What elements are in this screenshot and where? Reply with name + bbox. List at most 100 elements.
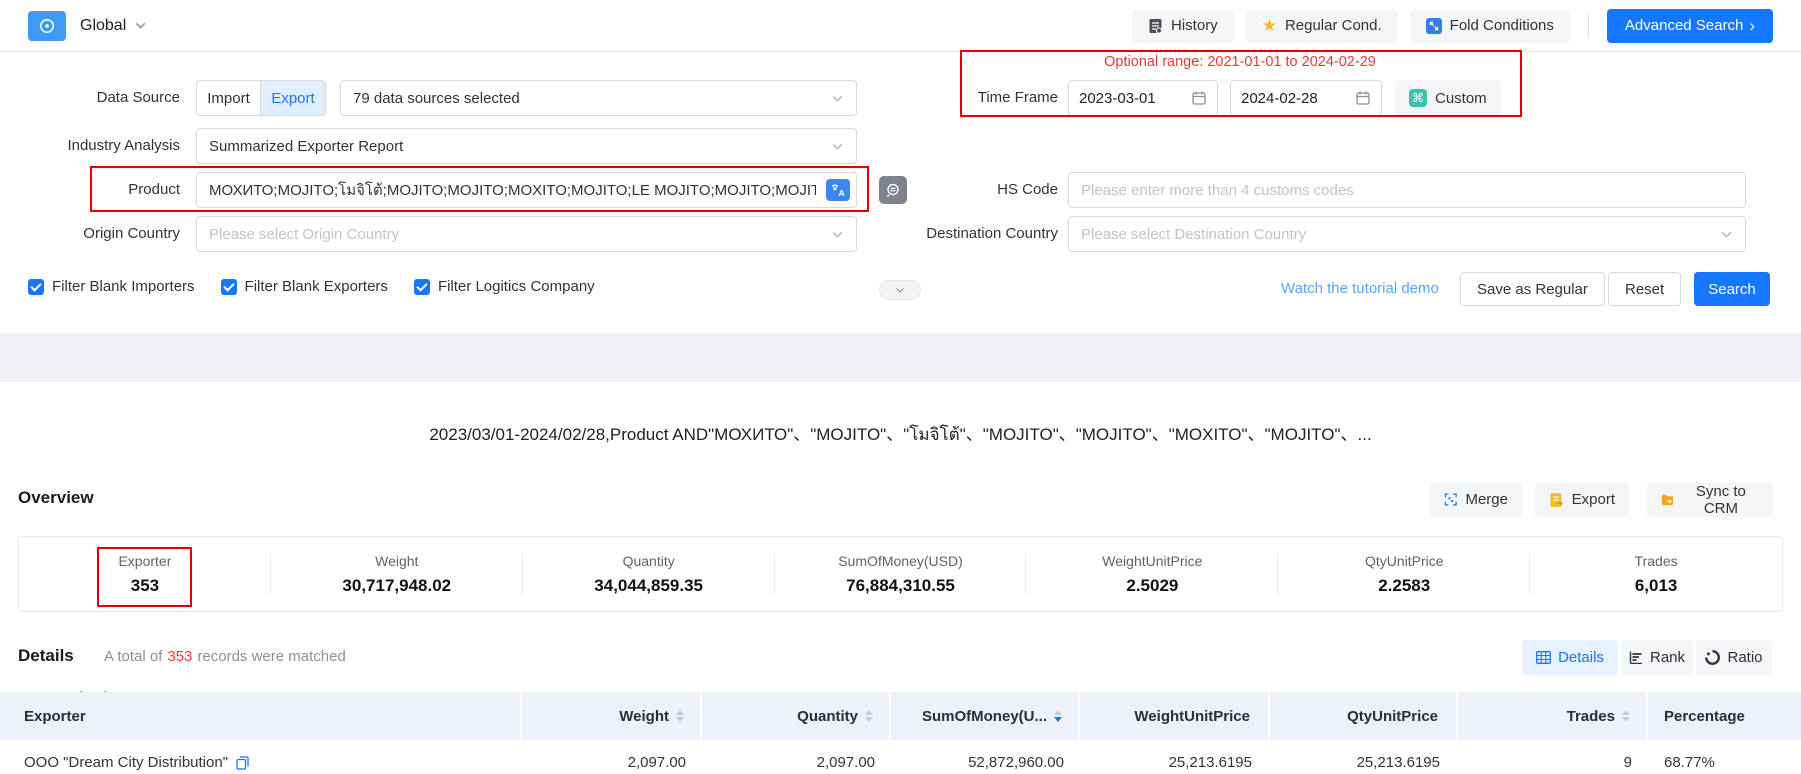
save-as-regular-button[interactable]: Save as Regular bbox=[1460, 272, 1605, 306]
calendar-icon bbox=[1191, 90, 1207, 106]
filter-logistics-company-checkbox[interactable]: Filter Logitics Company bbox=[414, 278, 595, 295]
view-ratio-label: Ratio bbox=[1727, 649, 1762, 666]
stat-label: Exporter bbox=[118, 553, 171, 569]
cell-weight: 2,097.00 bbox=[522, 740, 702, 774]
sort-icon[interactable] bbox=[865, 706, 873, 726]
sort-icon[interactable] bbox=[676, 706, 684, 726]
regular-cond-button[interactable]: ★ Regular Cond. bbox=[1246, 9, 1398, 43]
chevron-down-icon bbox=[831, 140, 844, 153]
cell-exporter[interactable]: OOO "Dream City Distribution" bbox=[0, 740, 522, 774]
filter-blank-importers-checkbox[interactable]: Filter Blank Importers bbox=[28, 278, 195, 295]
cell-sum-of-money: 52,872,960.00 bbox=[891, 740, 1080, 774]
column-label: Quantity bbox=[797, 708, 858, 725]
view-rank-label: Rank bbox=[1650, 649, 1685, 666]
column-header-weight[interactable]: Weight bbox=[522, 692, 702, 740]
stat-value: 2.2583 bbox=[1378, 576, 1430, 596]
top-bar: Global History ★ Regular Cond. Fold Cond… bbox=[0, 0, 1801, 52]
industry-analysis-select[interactable]: Summarized Exporter Report bbox=[196, 128, 857, 164]
sync-to-crm-label: Sync to CRM bbox=[1683, 483, 1759, 517]
sort-desc-active-icon[interactable] bbox=[1054, 706, 1062, 726]
table-row[interactable]: OOO "Dream City Distribution" 2,097.00 2… bbox=[0, 740, 1801, 774]
data-source-select[interactable]: 79 data sources selected bbox=[340, 80, 857, 116]
advanced-search-button[interactable]: Advanced Search bbox=[1607, 9, 1773, 43]
stat-sum-of-money: SumOfMoney(USD) 76,884,310.55 bbox=[775, 537, 1027, 611]
overview-title: Overview bbox=[18, 488, 94, 508]
search-button[interactable]: Search bbox=[1694, 272, 1770, 306]
merge-button[interactable]: Merge bbox=[1430, 482, 1522, 517]
export-button[interactable]: Export bbox=[1535, 482, 1629, 517]
view-rank-button[interactable]: Rank bbox=[1621, 640, 1693, 675]
chevron-down-icon bbox=[1720, 228, 1733, 241]
matched-suffix: records were matched bbox=[197, 648, 345, 665]
column-header-sum-of-money[interactable]: SumOfMoney(U... bbox=[891, 692, 1080, 740]
pie-chart-icon bbox=[1705, 650, 1720, 665]
history-button[interactable]: History bbox=[1132, 9, 1234, 43]
custom-range-button[interactable]: Custom bbox=[1395, 80, 1501, 116]
sync-icon bbox=[1661, 493, 1675, 507]
data-source-toggle: Import Export bbox=[196, 80, 326, 116]
stat-label: Weight bbox=[375, 553, 418, 569]
copy-icon[interactable] bbox=[236, 756, 249, 770]
export-tab[interactable]: Export bbox=[261, 81, 325, 115]
column-header-quantity[interactable]: Quantity bbox=[702, 692, 891, 740]
tutorial-link[interactable]: Watch the tutorial demo bbox=[1281, 272, 1439, 306]
export-label: Export bbox=[1572, 491, 1615, 508]
sort-icon[interactable] bbox=[1622, 706, 1630, 726]
stat-qty-unit-price: QtyUnitPrice 2.2583 bbox=[1278, 537, 1530, 611]
svg-text:A: A bbox=[839, 188, 845, 197]
filter-blank-exporters-checkbox[interactable]: Filter Blank Exporters bbox=[221, 278, 388, 295]
start-date-input[interactable]: 2023-03-01 bbox=[1068, 80, 1218, 116]
checkbox-label: Filter Blank Exporters bbox=[245, 278, 388, 295]
column-header-trades[interactable]: Trades bbox=[1458, 692, 1648, 740]
hs-code-input[interactable] bbox=[1068, 172, 1746, 208]
query-summary: 2023/03/01-2024/02/28,Product AND"МОХИТО… bbox=[0, 420, 1801, 448]
end-date-value: 2024-02-28 bbox=[1241, 90, 1318, 107]
product-input[interactable] bbox=[196, 172, 857, 208]
sync-to-crm-button[interactable]: Sync to CRM bbox=[1647, 482, 1773, 517]
data-source-value: 79 data sources selected bbox=[353, 90, 520, 107]
fold-conditions-button[interactable]: Fold Conditions bbox=[1410, 9, 1570, 43]
checkbox-checked-icon bbox=[221, 279, 237, 295]
column-header-qty-unit-price: QtyUnitPrice bbox=[1270, 692, 1458, 740]
cell-weight-unit-price: 25,213.6195 bbox=[1080, 740, 1270, 774]
data-source-label: Data Source bbox=[0, 80, 180, 116]
destination-country-select[interactable]: Please select Destination Country bbox=[1068, 216, 1746, 252]
origin-country-select[interactable]: Please select Origin Country bbox=[196, 216, 857, 252]
stat-exporter: Exporter 353 bbox=[19, 537, 271, 611]
chevron-down-icon bbox=[831, 228, 844, 241]
divider bbox=[1588, 14, 1589, 38]
product-label: Product bbox=[0, 172, 180, 208]
advanced-search-page: Global History ★ Regular Cond. Fold Cond… bbox=[0, 0, 1801, 774]
advanced-search-label: Advanced Search bbox=[1625, 17, 1743, 34]
stat-value: 353 bbox=[131, 576, 159, 596]
column-label: SumOfMoney(U... bbox=[922, 708, 1047, 725]
stat-value: 2.5029 bbox=[1126, 576, 1178, 596]
rank-icon bbox=[1629, 651, 1643, 664]
chevron-down-icon bbox=[894, 284, 906, 296]
checkbox-label: Filter Blank Importers bbox=[52, 278, 195, 295]
translate-icon[interactable]: A bbox=[826, 179, 850, 201]
industry-analysis-label: Industry Analysis bbox=[0, 128, 180, 164]
checkbox-checked-icon bbox=[414, 279, 430, 295]
chevron-down-icon bbox=[831, 92, 844, 105]
industry-analysis-value: Summarized Exporter Report bbox=[209, 138, 403, 155]
end-date-input[interactable]: 2024-02-28 bbox=[1230, 80, 1382, 116]
history-icon bbox=[1148, 18, 1163, 34]
fold-icon bbox=[1426, 18, 1442, 34]
view-ratio-button[interactable]: Ratio bbox=[1696, 640, 1772, 675]
column-header-weight-unit-price: WeightUnitPrice bbox=[1080, 692, 1270, 740]
cell-quantity: 2,097.00 bbox=[702, 740, 891, 774]
filter-checkbox-row: Filter Blank Importers Filter Blank Expo… bbox=[28, 278, 595, 295]
collapse-form-button[interactable] bbox=[879, 280, 921, 300]
import-tab[interactable]: Import bbox=[197, 81, 261, 115]
column-label: Percentage bbox=[1664, 708, 1745, 725]
optional-range-hint: Optional range: 2021-01-01 to 2024-02-29 bbox=[960, 54, 1520, 70]
view-details-button[interactable]: Details bbox=[1522, 640, 1618, 675]
history-label: History bbox=[1171, 17, 1218, 34]
region-selector[interactable]: Global bbox=[80, 17, 147, 35]
custom-label: Custom bbox=[1435, 90, 1487, 107]
exporter-name[interactable]: OOO "Dream City Distribution" bbox=[24, 754, 228, 771]
stat-label: WeightUnitPrice bbox=[1102, 553, 1202, 569]
top-actions: History ★ Regular Cond. Fold Conditions … bbox=[1132, 9, 1773, 43]
reset-button[interactable]: Reset bbox=[1608, 272, 1681, 306]
